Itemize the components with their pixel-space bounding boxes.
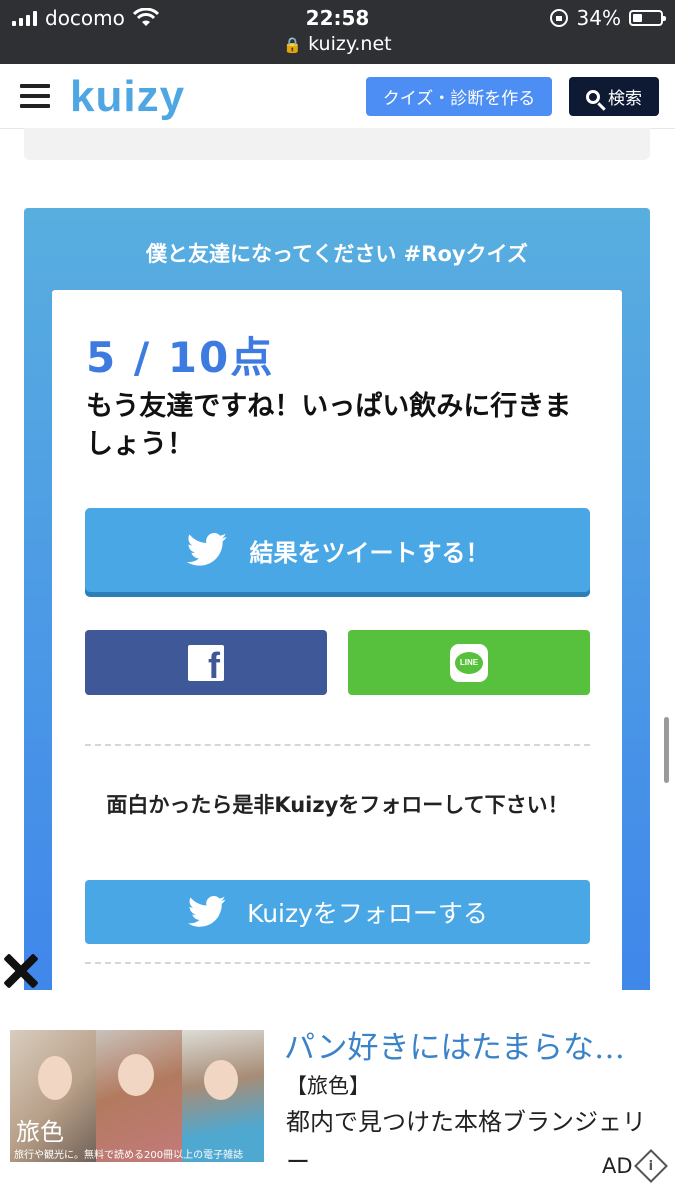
- divider: [85, 962, 590, 964]
- quiz-title: 僕と友達になってください #Royクイズ: [146, 242, 528, 266]
- ad-headline[interactable]: パン好きにはたまらな…: [284, 1022, 625, 1067]
- divider: [85, 744, 590, 746]
- site-header: kuizy クイズ・診断を作る 検索: [0, 64, 675, 129]
- site-logo[interactable]: kuizy: [70, 72, 185, 122]
- twitter-bird-icon: [188, 896, 226, 927]
- rotation-lock-icon: [549, 9, 568, 27]
- result-card: 僕と友達になってください #Royクイズ 5 / 10点 もう友達ですね！いっぱ…: [24, 208, 650, 1050]
- url-text: kuizy.net: [308, 33, 392, 55]
- follow-kuizy-label: Kuizyをフォローする: [247, 899, 488, 928]
- battery-icon: [629, 10, 666, 26]
- previous-card: [24, 128, 650, 160]
- tweet-result-label: 結果をツイートする！: [249, 538, 490, 567]
- battery-percent: 34%: [576, 6, 621, 30]
- follow-prompt: 面白かったら是非Kuizyをフォローして下さい！: [106, 793, 569, 817]
- scrollbar[interactable]: [664, 717, 669, 783]
- ad-label-text: AD: [602, 1154, 633, 1178]
- score: 5 / 10点: [86, 333, 275, 382]
- twitter-bird-icon: [186, 533, 227, 566]
- ad-label[interactable]: AD i: [602, 1149, 668, 1183]
- status-bar: docomo 22:58 🔒 kuizy.net 34%: [0, 0, 675, 64]
- result-message: もう友達ですね！いっぱい飲みに行きましょう！: [86, 391, 572, 460]
- search-label: 検索: [608, 89, 642, 109]
- status-right: 34%: [549, 6, 666, 30]
- menu-icon[interactable]: [20, 84, 50, 108]
- lock-icon: 🔒: [283, 36, 303, 54]
- ad-close-icon[interactable]: [0, 950, 42, 992]
- tweet-result-button[interactable]: 結果をツイートする！: [85, 508, 590, 592]
- ad-image-brand: 旅色: [16, 1118, 64, 1146]
- follow-kuizy-button[interactable]: Kuizyをフォローする: [85, 880, 590, 944]
- line-icon: LINE: [450, 643, 488, 682]
- search-button[interactable]: 検索: [569, 77, 659, 116]
- facebook-share-button[interactable]: f: [85, 630, 327, 695]
- create-quiz-button[interactable]: クイズ・診断を作る: [366, 77, 552, 116]
- result-panel: 5 / 10点 もう友達ですね！いっぱい飲みに行きましょう！ 結果をツイートする…: [52, 290, 622, 1050]
- ad-banner[interactable]: 旅色 旅行や観光に。無料で読める200冊以上の電子雑誌 パン好きにはたまらな… …: [0, 990, 675, 1200]
- line-share-button[interactable]: LINE: [348, 630, 590, 695]
- search-icon: [586, 89, 600, 104]
- facebook-icon: f: [188, 644, 224, 683]
- ad-image[interactable]: 旅色 旅行や観光に。無料で読める200冊以上の電子雑誌: [10, 1030, 264, 1162]
- ad-image-caption: 旅行や観光に。無料で読める200冊以上の電子雑誌: [14, 1150, 244, 1161]
- ad-source: 【旅色】: [286, 1074, 370, 1098]
- address-bar[interactable]: 🔒 kuizy.net: [0, 33, 675, 55]
- ad-info-icon[interactable]: i: [633, 1149, 668, 1183]
